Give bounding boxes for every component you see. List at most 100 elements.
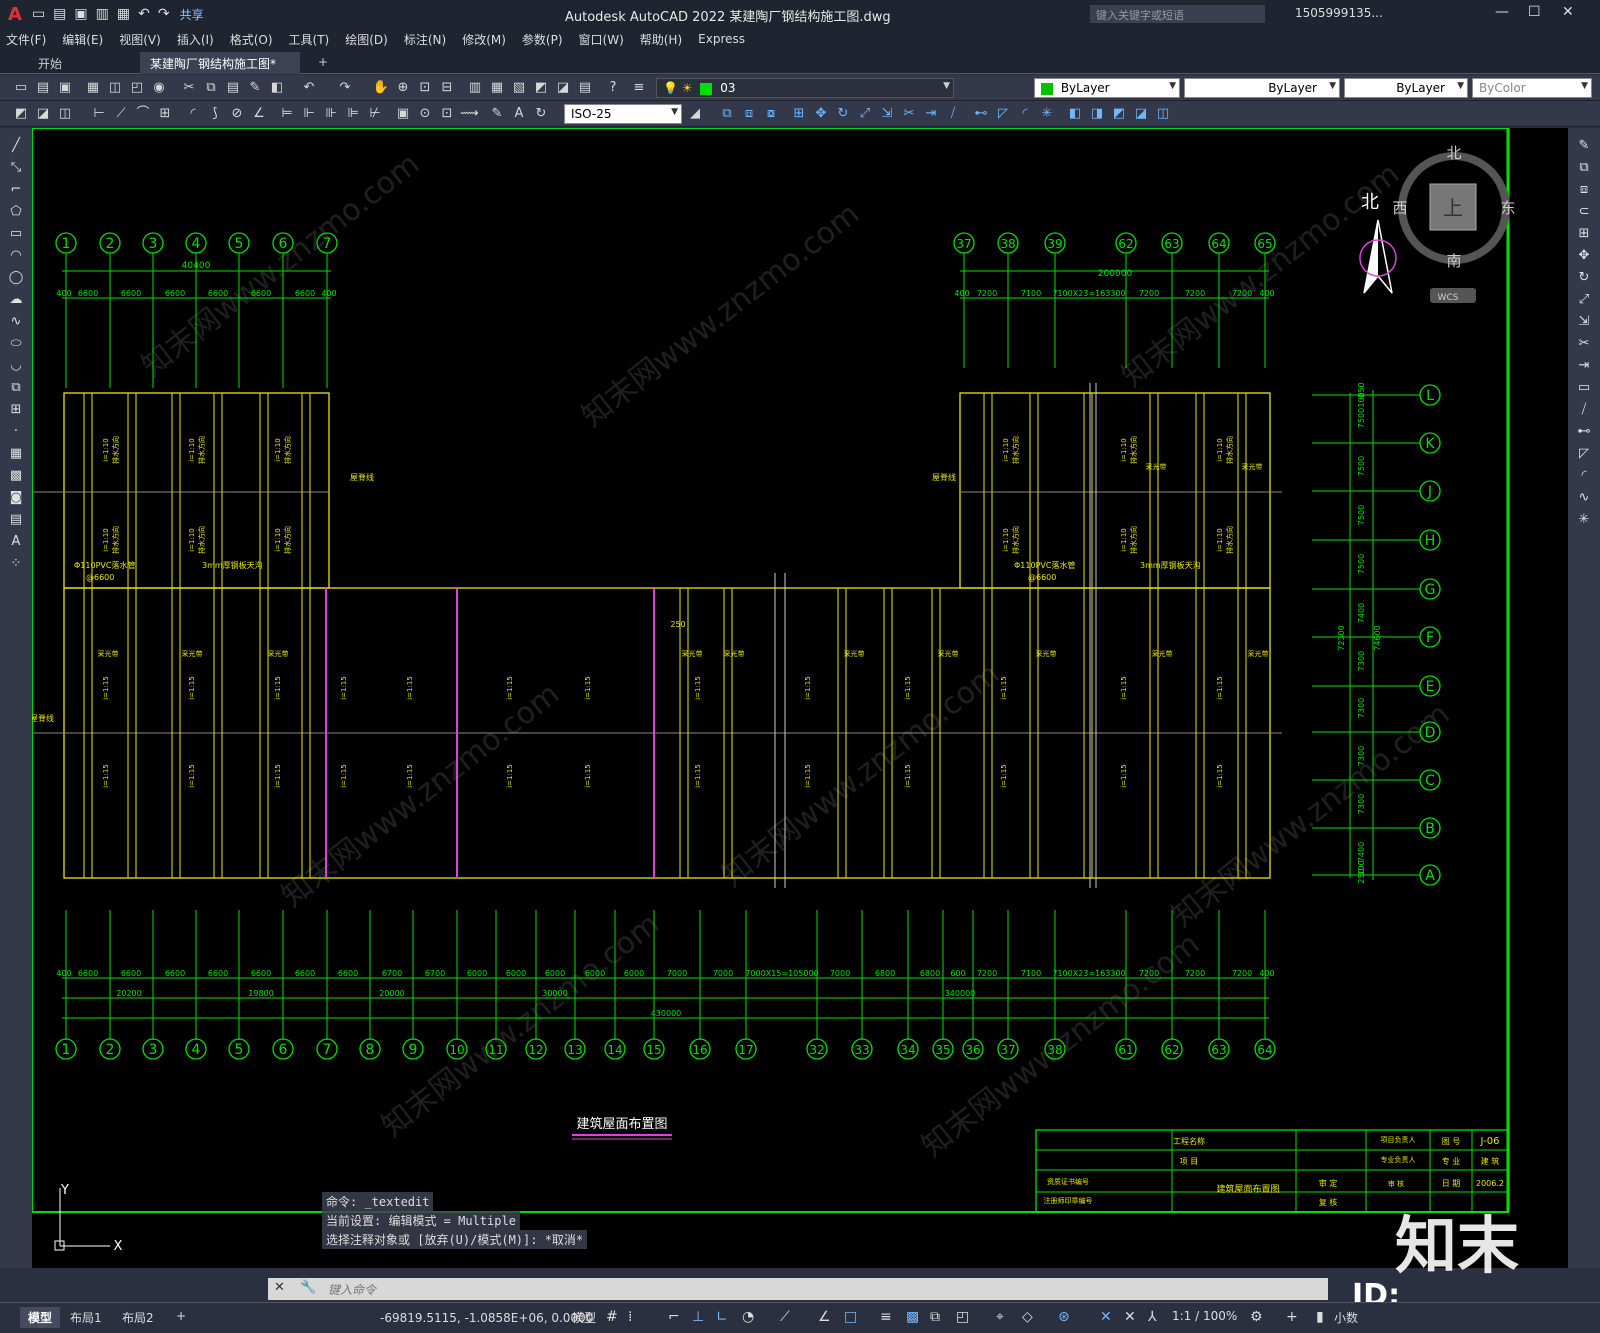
print-icon[interactable]: ▦: [84, 79, 102, 97]
menu-tools[interactable]: 工具(T): [289, 31, 330, 48]
polygon-icon[interactable]: ⬠: [5, 204, 27, 222]
new-icon[interactable]: ▭: [32, 6, 45, 22]
dim-baseline-icon[interactable]: ⊩: [300, 105, 318, 123]
tab-model[interactable]: 模型: [20, 1307, 61, 1328]
menu-window[interactable]: 窗口(W): [579, 31, 624, 48]
dim-edit-icon[interactable]: ✎: [488, 105, 506, 123]
polar-icon[interactable]: ◔: [742, 1309, 754, 1325]
dyn-ucs-icon[interactable]: ⌖: [996, 1309, 1004, 1325]
make-block-icon[interactable]: ⊞: [5, 402, 27, 420]
mirror-obj-icon[interactable]: ⧈: [1573, 182, 1595, 200]
menu-draw[interactable]: 绘图(D): [345, 31, 388, 48]
center-mark-icon[interactable]: ⊙: [416, 105, 434, 123]
zoom-window-icon[interactable]: ⊡: [416, 79, 434, 97]
qdim-icon[interactable]: ⊨: [278, 105, 296, 123]
dimstyle-manager-icon[interactable]: ◢: [686, 105, 704, 123]
circle-icon[interactable]: ◯: [5, 270, 27, 288]
move-icon[interactable]: ✥: [812, 105, 830, 123]
region-icon[interactable]: ◙: [5, 490, 27, 508]
menu-edit[interactable]: 编辑(E): [62, 31, 103, 48]
close-button[interactable]: ✕: [1562, 4, 1574, 20]
snap-icon[interactable]: ⁞: [628, 1309, 632, 1325]
osnap-icon[interactable]: □: [844, 1309, 857, 1325]
sheetset-icon[interactable]: ◩: [532, 79, 550, 97]
plotstyle-combo[interactable]: ByColor ▼: [1472, 78, 1592, 98]
chamfer-icon[interactable]: ◸: [994, 105, 1012, 123]
erase-icon[interactable]: ✎: [1573, 138, 1595, 156]
rotate-icon[interactable]: ↻: [834, 105, 852, 123]
dim-radius-icon[interactable]: ◜: [184, 105, 202, 123]
menu-help[interactable]: 帮助(H): [640, 31, 682, 48]
plot-icon[interactable]: ▦: [117, 6, 130, 22]
join-icon[interactable]: ⊷: [972, 105, 990, 123]
3dprint-icon[interactable]: ◉: [150, 79, 168, 97]
drawing-canvas[interactable]: 知末网www.znzmo.com 知末网www.znzmo.com 知末网www.z…: [32, 128, 1568, 1268]
dim-diameter-icon[interactable]: ⊘: [228, 105, 246, 123]
minimize-button[interactable]: —: [1495, 4, 1509, 20]
dim-continue-icon[interactable]: ⊪: [322, 105, 340, 123]
isodraft-icon[interactable]: ⟋: [780, 1309, 790, 1325]
dimstyle-combo[interactable]: ISO-25 ▼: [564, 104, 682, 124]
markup-icon[interactable]: ◪: [554, 79, 572, 97]
annotation-visibility-icon[interactable]: ✕: [1100, 1309, 1112, 1325]
annotation-scale-value[interactable]: 1:1 / 100%: [1172, 1309, 1237, 1323]
explode-icon[interactable]: ✳: [1038, 105, 1056, 123]
dim-angular-icon[interactable]: ∠: [250, 105, 268, 123]
layer-combo[interactable]: 💡 ☀ 03 ▼: [656, 78, 954, 98]
units-value[interactable]: 小数: [1334, 1309, 1358, 1326]
dynamic-input-icon[interactable]: ⊥: [692, 1309, 704, 1325]
undo-tool-icon[interactable]: ↶: [300, 79, 318, 97]
copy-obj-icon[interactable]: ⧉: [1573, 160, 1595, 178]
table-icon[interactable]: ▤: [5, 512, 27, 530]
units-icon[interactable]: ▮: [1316, 1309, 1324, 1325]
save-file-icon[interactable]: ▣: [56, 79, 74, 97]
revcloud-icon[interactable]: ☁: [5, 292, 27, 310]
fillet-icon[interactable]: ◜: [1016, 105, 1034, 123]
help-icon[interactable]: ?: [604, 79, 622, 97]
line-icon[interactable]: ╱: [5, 138, 27, 156]
rectangle-icon[interactable]: ▭: [5, 226, 27, 244]
model-space-button[interactable]: 模型: [572, 1309, 596, 1326]
customize-cmd-icon[interactable]: 🔧: [300, 1280, 316, 1295]
dim-arc-icon[interactable]: ⌒: [134, 105, 152, 123]
layer-iso-icon[interactable]: ◫: [56, 105, 74, 123]
color-combo[interactable]: ByLayer ▼: [1034, 78, 1180, 98]
dim-aligned-icon[interactable]: ⟋: [112, 105, 130, 123]
offset-obj-icon[interactable]: ⊂: [1573, 204, 1595, 222]
hatch-icon[interactable]: ▦: [5, 446, 27, 464]
tab-drawing[interactable]: 某建陶厂钢结构施工图* ✕: [140, 52, 300, 86]
search-input[interactable]: 键入关键字或短语: [1090, 5, 1265, 23]
tab-layout2[interactable]: 布局2: [114, 1307, 162, 1328]
array-icon[interactable]: ⊞: [790, 105, 808, 123]
otrack-icon[interactable]: ∠: [818, 1309, 831, 1325]
scale-icon[interactable]: ⤢: [856, 105, 874, 123]
copy-tool-icon[interactable]: ⧉: [718, 105, 736, 123]
stretch-icon[interactable]: ⇲: [878, 105, 896, 123]
calc-icon[interactable]: ▤: [576, 79, 594, 97]
designcenter-icon[interactable]: ▦: [488, 79, 506, 97]
ellipse-arc-icon[interactable]: ◡: [5, 358, 27, 376]
command-input[interactable]: 键入命令: [268, 1278, 1328, 1300]
gizmo-icon[interactable]: ⊛: [1058, 1309, 1070, 1325]
properties-icon[interactable]: ▥: [466, 79, 484, 97]
mirror-icon[interactable]: ⧈: [740, 105, 758, 123]
publish-icon[interactable]: ◰: [128, 79, 146, 97]
selection-filter-icon[interactable]: ◇: [1022, 1309, 1033, 1325]
fillet-obj-icon[interactable]: ◜: [1573, 468, 1595, 486]
add-selected-icon[interactable]: ⁘: [5, 556, 27, 574]
app-logo[interactable]: A: [8, 4, 22, 25]
linetype-combo[interactable]: ByLayer ▼: [1184, 78, 1340, 98]
toolpalette-icon[interactable]: ▧: [510, 79, 528, 97]
maximize-button[interactable]: ☐: [1528, 4, 1541, 20]
undo-icon[interactable]: ↶: [138, 6, 150, 22]
trim-obj-icon[interactable]: ✂: [1573, 336, 1595, 354]
menu-dimension[interactable]: 标注(N): [404, 31, 446, 48]
lineweight-icon[interactable]: ≡: [880, 1309, 892, 1325]
inspect-icon[interactable]: ⊡: [438, 105, 456, 123]
grid-icon[interactable]: #: [606, 1309, 618, 1325]
move-obj-icon[interactable]: ✥: [1573, 248, 1595, 266]
draworder-icon[interactable]: ◧: [1066, 105, 1084, 123]
transparency-icon[interactable]: ▩: [906, 1309, 919, 1325]
save-icon[interactable]: ▣: [74, 6, 87, 22]
blend-icon[interactable]: ∿: [1573, 490, 1595, 508]
